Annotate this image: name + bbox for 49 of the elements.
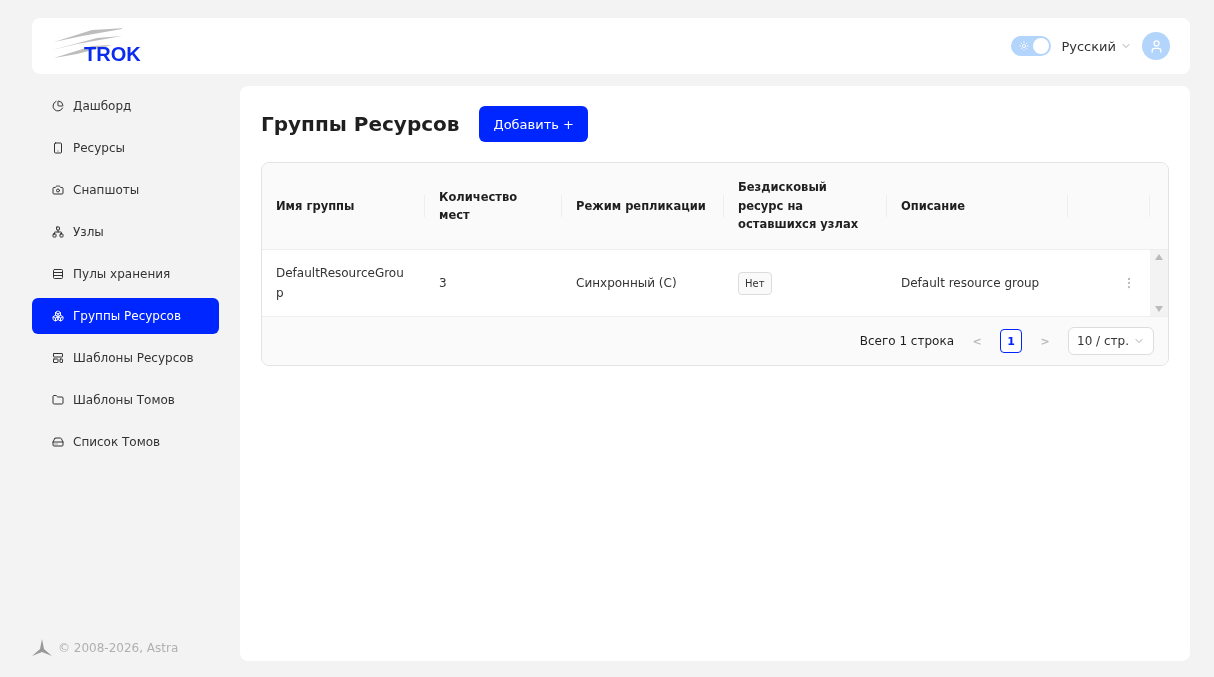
sidebar-item[interactable]: Ресурсы bbox=[32, 130, 219, 166]
add-button[interactable]: Добавить + bbox=[479, 106, 588, 142]
scrollbar[interactable] bbox=[1150, 250, 1168, 317]
page-button[interactable]: 1 bbox=[1000, 329, 1023, 353]
menu-item-label: Шаблоны Томов bbox=[73, 393, 175, 407]
page-size-select[interactable]: 10 / стр. bbox=[1068, 327, 1154, 355]
menu-item-icon bbox=[52, 142, 64, 154]
sidebar-item[interactable]: Шаблоны Ресурсов bbox=[32, 340, 219, 376]
sun-icon bbox=[1019, 41, 1030, 51]
user-avatar[interactable] bbox=[1142, 32, 1170, 60]
menu-item-label: Снапшоты bbox=[73, 183, 140, 197]
scroll-down-icon[interactable] bbox=[1155, 306, 1163, 312]
menu-item-icon bbox=[52, 352, 64, 364]
menu-item-label: Список Томов bbox=[73, 435, 161, 449]
sidebar-item[interactable]: Группы Ресурсов bbox=[32, 298, 219, 334]
page-title: Группы Ресурсов bbox=[261, 112, 460, 136]
sidebar-item[interactable]: Список Томов bbox=[32, 424, 219, 460]
logo-text: TROK bbox=[84, 43, 141, 66]
column-header: Описание bbox=[887, 163, 1068, 250]
copyright-text: © 2008-2026, Astra bbox=[58, 641, 179, 655]
language-select[interactable]: Русский bbox=[1061, 38, 1132, 54]
menu-item-label: Пулы хранения bbox=[73, 267, 171, 281]
menu-item-label: Шаблоны Ресурсов bbox=[73, 351, 194, 365]
scroll-up-icon[interactable] bbox=[1155, 254, 1163, 260]
column-header: Бездисковый ресурс на оставшихся узлах bbox=[724, 163, 887, 250]
menu-item-label: Ресурсы bbox=[73, 141, 125, 155]
menu-item-icon bbox=[52, 268, 64, 280]
menu-item-icon bbox=[52, 310, 64, 322]
total-rows-text: Всего 1 строка bbox=[859, 334, 955, 348]
menu-item-icon bbox=[52, 100, 64, 112]
astra-logo-icon bbox=[32, 639, 52, 657]
sidebar-item[interactable]: Шаблоны Томов bbox=[32, 382, 219, 418]
menu-item-icon bbox=[52, 226, 64, 238]
column-header: Количество мест bbox=[425, 163, 562, 250]
column-header: Режим репликации bbox=[562, 163, 724, 250]
menu-item-icon bbox=[52, 184, 64, 196]
menu-item-icon bbox=[52, 436, 64, 448]
menu-item-label: Группы Ресурсов bbox=[73, 309, 181, 323]
sidebar-item[interactable]: Пулы хранения bbox=[32, 256, 219, 292]
sidebar-item[interactable]: Дашборд bbox=[32, 88, 219, 124]
status-tag: Нет bbox=[738, 271, 772, 295]
menu-item-icon bbox=[52, 394, 64, 406]
menu-item-label: Дашборд bbox=[73, 99, 132, 113]
sidebar-item[interactable]: Узлы bbox=[32, 214, 219, 250]
theme-switch[interactable] bbox=[1011, 36, 1052, 56]
sidebar-item[interactable]: Снапшоты bbox=[32, 172, 219, 208]
column-header: Имя группы bbox=[262, 163, 425, 250]
menu-item-label: Узлы bbox=[73, 225, 104, 239]
user-icon bbox=[1148, 38, 1164, 54]
